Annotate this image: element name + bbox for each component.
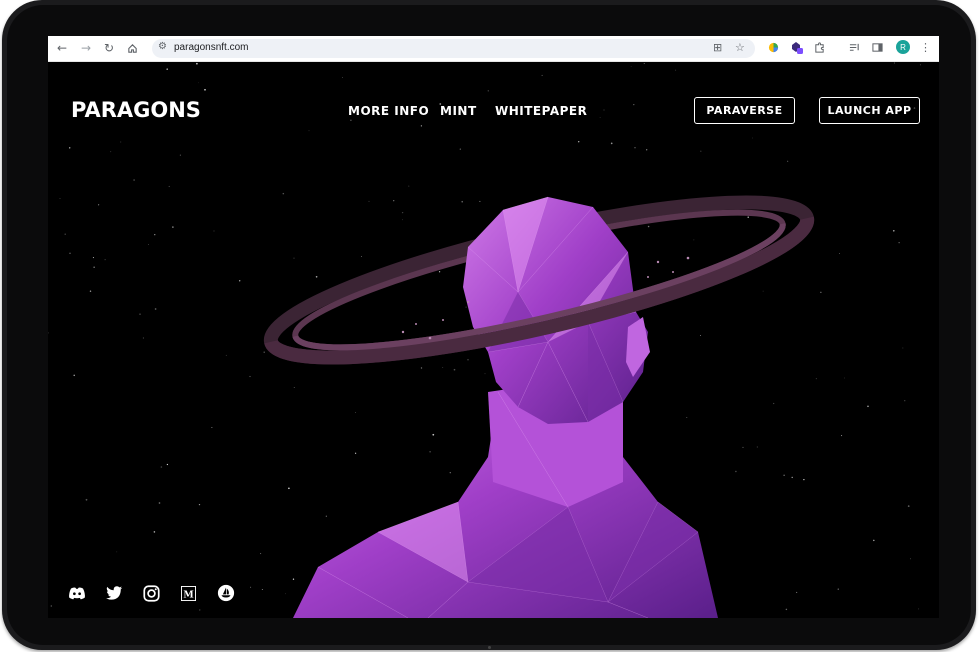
- opensea-icon[interactable]: [216, 583, 236, 603]
- paraverse-button[interactable]: PARAVERSE: [694, 97, 795, 124]
- extension-colorful-icon[interactable]: [766, 40, 781, 55]
- reading-list-icon[interactable]: [847, 40, 862, 55]
- address-bar[interactable]: ⚙ paragonsnft.com ⊞ ☆: [152, 39, 755, 58]
- bookmark-star-icon[interactable]: ☆: [735, 41, 745, 54]
- extensions-puzzle-icon[interactable]: [812, 40, 827, 55]
- back-icon[interactable]: ←: [54, 40, 70, 56]
- hero-image: [263, 195, 815, 618]
- launch-app-button[interactable]: LAUNCH APP: [819, 97, 920, 124]
- forward-icon[interactable]: →: [78, 40, 94, 56]
- web-page: PARAGONS MORE INFO MINT WHITEPAPER PARAV…: [48, 62, 939, 618]
- medium-icon[interactable]: M: [178, 583, 198, 603]
- discord-icon[interactable]: [67, 583, 87, 603]
- twitter-icon[interactable]: [104, 583, 124, 603]
- screen: ← → ↻ ⚙ paragonsnft.com ⊞ ☆ R ⋮ PARAGONS…: [48, 36, 939, 618]
- profile-avatar[interactable]: R: [896, 40, 910, 54]
- site-logo[interactable]: PARAGONS: [71, 98, 201, 122]
- reload-icon[interactable]: ↻: [101, 40, 117, 56]
- tablet-frame: ← → ↻ ⚙ paragonsnft.com ⊞ ☆ R ⋮ PARAGONS…: [2, 0, 976, 650]
- nav-mint[interactable]: MINT: [440, 104, 477, 118]
- kebab-menu-icon[interactable]: ⋮: [918, 40, 933, 55]
- extension-badge-icon[interactable]: [789, 40, 804, 55]
- browser-toolbar: ← → ↻ ⚙ paragonsnft.com ⊞ ☆ R ⋮: [48, 36, 939, 62]
- nav-whitepaper[interactable]: WHITEPAPER: [495, 104, 587, 118]
- home-icon[interactable]: [124, 40, 140, 56]
- svg-text:M: M: [183, 589, 193, 600]
- instagram-icon[interactable]: [141, 583, 161, 603]
- site-settings-icon[interactable]: ⚙: [158, 41, 167, 52]
- install-app-icon[interactable]: ⊞: [713, 41, 722, 54]
- nav-more-info[interactable]: MORE INFO: [348, 104, 429, 118]
- side-panel-icon[interactable]: [870, 40, 885, 55]
- url-text: paragonsnft.com: [174, 42, 249, 53]
- camera-dot: [488, 646, 491, 649]
